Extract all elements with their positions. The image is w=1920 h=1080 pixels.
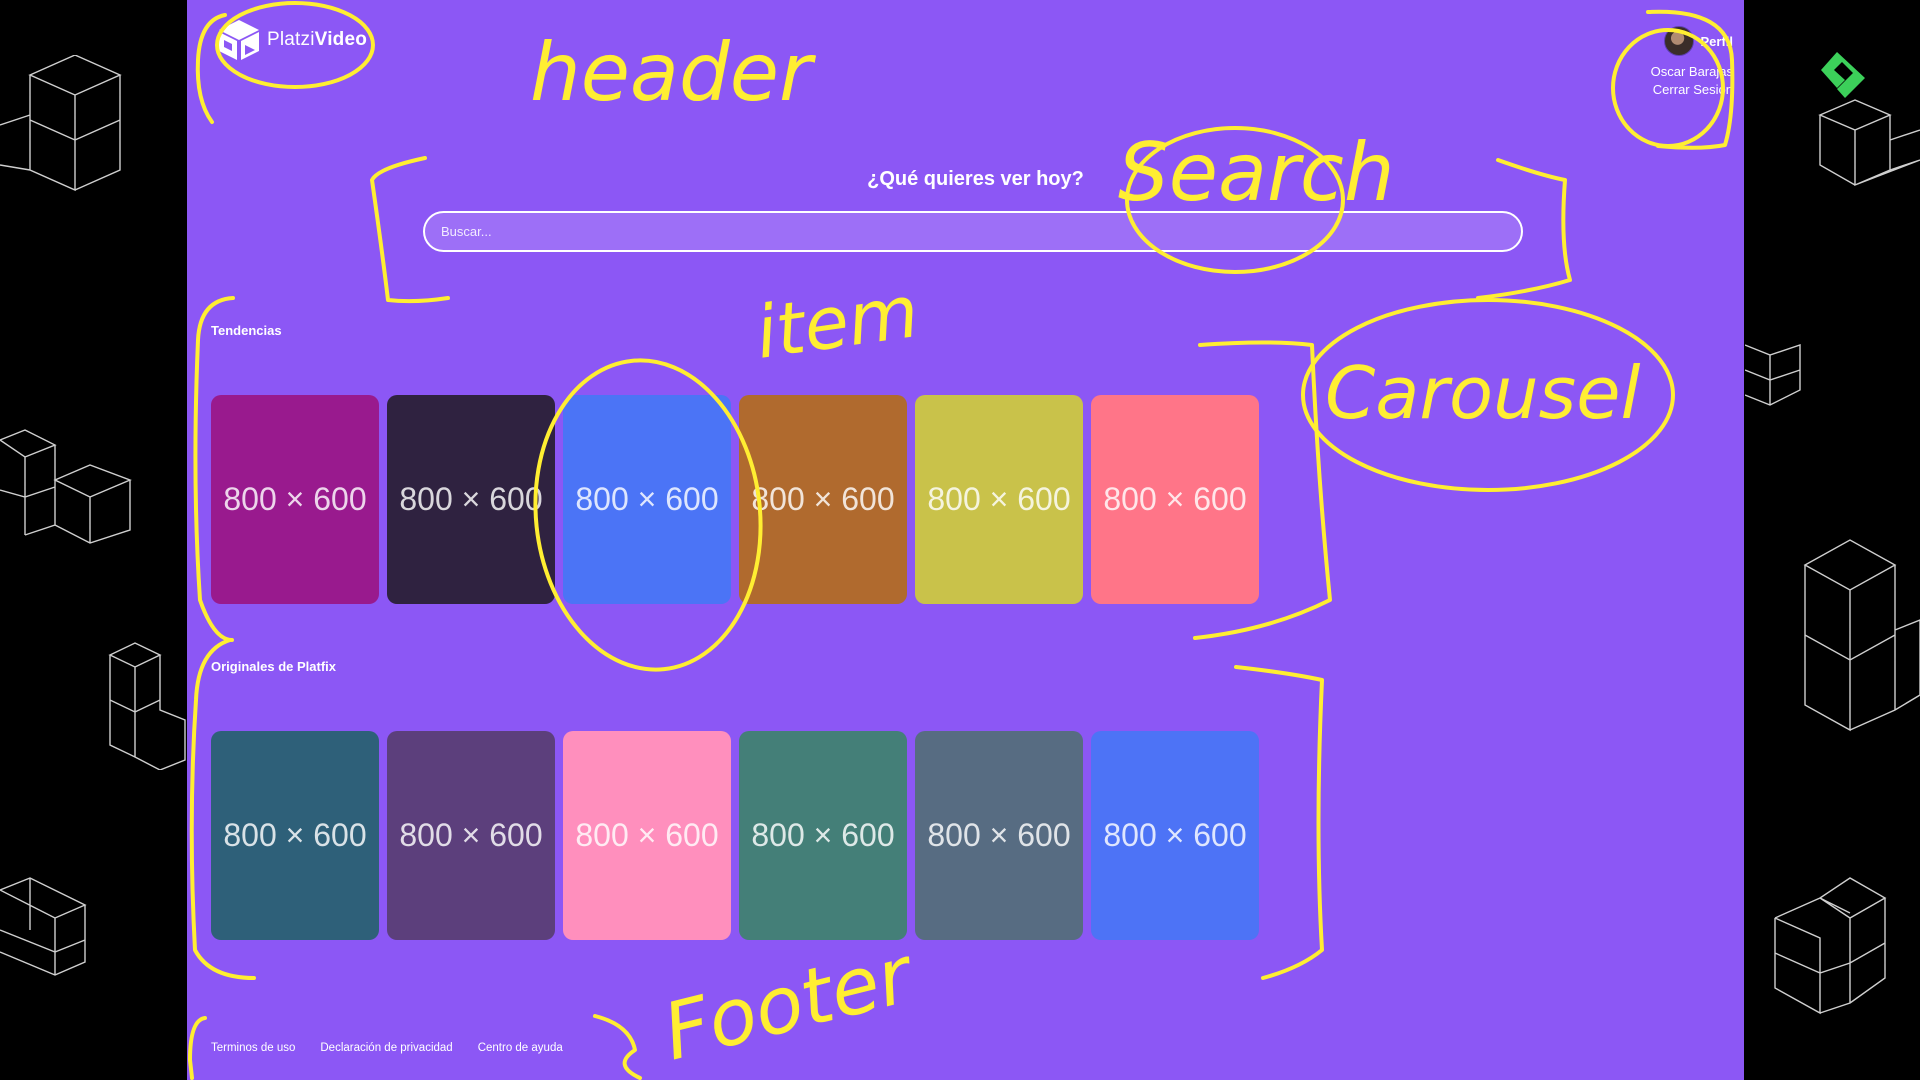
decorative-cubes-left-bottom bbox=[0, 870, 95, 990]
carousel-item[interactable]: 800 × 600 bbox=[387, 395, 555, 604]
carousel-item[interactable]: 800 × 600 bbox=[563, 395, 731, 604]
logo-text: PlatziVideo bbox=[267, 29, 367, 51]
carousel-item[interactable]: 800 × 600 bbox=[739, 395, 907, 604]
carousel-title: Originales de Platfix bbox=[211, 659, 336, 674]
carousel-item-label: 800 × 600 bbox=[223, 817, 367, 853]
footer-link-privacy[interactable]: Declaración de privacidad bbox=[320, 1042, 452, 1054]
decorative-cubes-left-mid bbox=[0, 425, 135, 550]
carousel-item-label: 800 × 600 bbox=[1103, 481, 1247, 517]
carousel: 800 × 600 800 × 600 800 × 600 800 × 600 … bbox=[211, 731, 1259, 940]
search-title: ¿Qué quieres ver hoy? bbox=[867, 168, 1084, 190]
logout-link[interactable]: Cerrar Sesión bbox=[1651, 81, 1733, 98]
carousel-item-label: 800 × 600 bbox=[927, 481, 1071, 517]
logo-text-prefix: Platzi bbox=[267, 29, 315, 50]
carousel-item[interactable]: 800 × 600 bbox=[387, 731, 555, 940]
carousel-item[interactable]: 800 × 600 bbox=[915, 395, 1083, 604]
carousel-item-label: 800 × 600 bbox=[223, 481, 367, 517]
decorative-cubes-right-bottom bbox=[1770, 868, 1890, 1018]
carousel-item-label: 800 × 600 bbox=[1103, 817, 1247, 853]
logo-text-suffix: Video bbox=[314, 29, 368, 50]
carousel-item[interactable]: 800 × 600 bbox=[915, 731, 1083, 940]
carousel-section-trends: Tendencias 800 × 600 800 × 600 800 × 600… bbox=[211, 323, 1259, 604]
profile-menu: Perfil Oscar Barajas Cerrar Sesión bbox=[1651, 26, 1733, 98]
carousel-title: Tendencias bbox=[211, 323, 282, 338]
carousel: 800 × 600 800 × 600 800 × 600 800 × 600 … bbox=[211, 395, 1259, 604]
logo[interactable]: PlatziVideo bbox=[215, 18, 367, 62]
carousel-item[interactable]: 800 × 600 bbox=[563, 731, 731, 940]
carousel-item[interactable]: 800 × 600 bbox=[739, 731, 907, 940]
platzi-video-logo-icon bbox=[219, 20, 259, 60]
carousel-item-label: 800 × 600 bbox=[575, 817, 719, 853]
carousel-item[interactable]: 800 × 600 bbox=[1091, 395, 1259, 604]
footer-link-help[interactable]: Centro de ayuda bbox=[478, 1042, 563, 1054]
carousel-section-originals: Originales de Platfix 800 × 600 800 × 60… bbox=[211, 659, 1259, 940]
carousel-item[interactable]: 800 × 600 bbox=[1091, 731, 1259, 940]
carousel-item[interactable]: 800 × 600 bbox=[211, 731, 379, 940]
decorative-cubes-left-top bbox=[0, 55, 130, 205]
footer: Terminos de uso Declaración de privacida… bbox=[211, 1042, 563, 1054]
profile-name[interactable]: Perfil bbox=[1700, 33, 1733, 50]
app-window: PlatziVideo Perfil Oscar Barajas Cerrar … bbox=[187, 0, 1744, 1080]
avatar[interactable] bbox=[1664, 26, 1695, 56]
profile-toggle[interactable]: Perfil bbox=[1651, 26, 1733, 56]
carousel-item-label: 800 × 600 bbox=[751, 817, 895, 853]
decorative-cubes-right-low bbox=[1800, 535, 1920, 735]
search-input[interactable] bbox=[423, 211, 1523, 252]
brand-logo-icon bbox=[1815, 48, 1869, 117]
profile-dropdown: Oscar Barajas Cerrar Sesión bbox=[1651, 63, 1733, 98]
carousel-item[interactable]: 800 × 600 bbox=[211, 395, 379, 604]
profile-user-name[interactable]: Oscar Barajas bbox=[1651, 63, 1733, 80]
footer-link-terms[interactable]: Terminos de uso bbox=[211, 1042, 295, 1054]
decorative-cubes-right-mid bbox=[1745, 340, 1805, 420]
decorative-cubes-left-low bbox=[105, 640, 190, 770]
carousel-item-label: 800 × 600 bbox=[399, 817, 543, 853]
carousel-item-label: 800 × 600 bbox=[399, 481, 543, 517]
carousel-item-label: 800 × 600 bbox=[575, 481, 719, 517]
header: PlatziVideo Perfil Oscar Barajas Cerrar … bbox=[187, 0, 1744, 110]
carousel-item-label: 800 × 600 bbox=[927, 817, 1071, 853]
carousel-item-label: 800 × 600 bbox=[751, 481, 895, 517]
screen: PlatziVideo Perfil Oscar Barajas Cerrar … bbox=[0, 0, 1920, 1080]
